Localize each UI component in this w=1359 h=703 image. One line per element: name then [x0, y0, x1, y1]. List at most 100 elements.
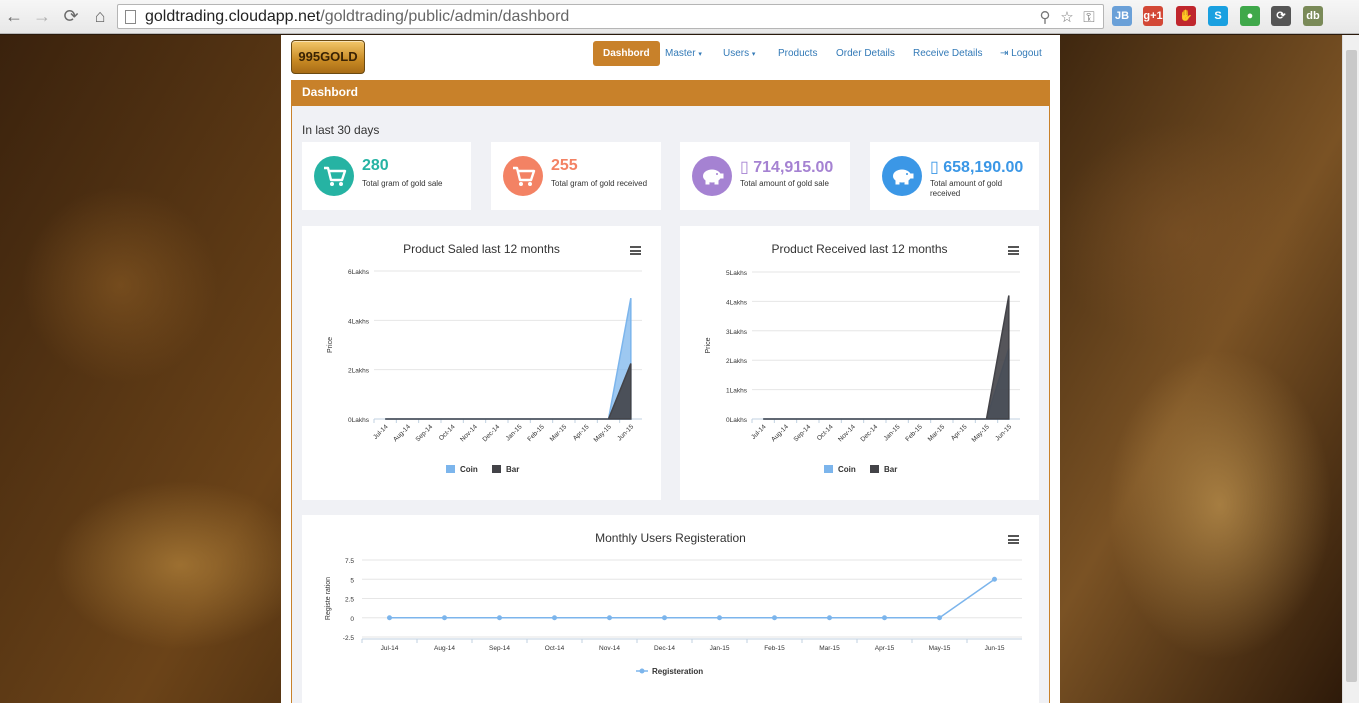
stat-value-text: 255: [551, 157, 578, 174]
data-point: [442, 615, 447, 621]
y-tick-label: 0Lakhs: [348, 417, 370, 424]
legend-swatch: [492, 465, 501, 473]
x-tick-label: Oct-14: [438, 423, 457, 442]
cart-icon: [324, 166, 347, 186]
x-tick-label: Oct-14: [816, 423, 835, 442]
y-tick-label: 3Lakhs: [726, 329, 748, 336]
chart-card-sales: Product Saled last 12 months 0Lakhs 2Lakh…: [302, 226, 661, 500]
stat-value: ▯ 714,915.00: [740, 157, 833, 177]
currency-glyph-icon: ▯: [740, 159, 754, 176]
period-label: In last 30 days: [302, 123, 380, 137]
series-area-bar: [385, 363, 632, 420]
brand-logo[interactable]: 995GOLD: [291, 40, 365, 74]
stat-value-text: 658,190.00: [943, 159, 1024, 176]
legend-swatch: [446, 465, 455, 473]
x-tick-label: Apr-15: [875, 645, 895, 652]
stat-card: 255 Total gram of gold received: [491, 142, 661, 210]
legend-label: Bar: [884, 465, 897, 474]
y-tick-label: 4Lakhs: [348, 318, 370, 325]
x-tick-label: Nov-14: [599, 645, 620, 652]
x-tick-label: Jan-15: [710, 645, 730, 652]
x-tick-label: Feb-15: [904, 423, 924, 443]
stat-value-text: 714,915.00: [753, 159, 834, 176]
nav-dashboard[interactable]: Dashbord: [593, 41, 660, 66]
chart-card-registration: Monthly Users Registeration -2.5 0 2.5 5 7.5…: [302, 515, 1039, 703]
data-point: [772, 615, 777, 621]
x-tick-label: Jan-15: [505, 423, 524, 442]
key-icon[interactable]: ⚿: [1080, 9, 1098, 27]
caret-down-icon: ▾: [751, 51, 756, 58]
nav-logout-label: Logout: [1011, 48, 1042, 59]
url-text[interactable]: goldtrading.cloudapp.net/goldtrading/pub…: [145, 8, 569, 26]
scrollbar-thumb[interactable]: [1346, 50, 1357, 682]
back-arrow-icon[interactable]: ←: [3, 5, 25, 27]
x-tick-label: Dec-14: [859, 423, 879, 443]
address-bar[interactable]: goldtrading.cloudapp.net/goldtrading/pub…: [117, 4, 1104, 29]
skype-extension-icon[interactable]: S: [1208, 6, 1228, 26]
legend-marker: [639, 668, 645, 674]
legend-label: Bar: [506, 465, 519, 474]
nav-receive-details[interactable]: Receive Details: [913, 41, 982, 66]
registration-chart: -2.5 0 2.5 5 7.5 Jul-14 Aug-14 Sep-14 Oct-14 Nov-…: [325, 558, 1022, 676]
forward-arrow-icon[interactable]: →: [31, 5, 53, 27]
gplus-extension-icon[interactable]: g+1: [1143, 6, 1163, 26]
page-icon: [125, 10, 136, 24]
x-tick-label: Jun-15: [985, 645, 1005, 652]
stat-icon-circle: [692, 156, 732, 196]
x-tick-label: Sep-14: [792, 423, 812, 443]
stat-label: Total amount of gold received: [930, 179, 1003, 198]
legend-label: Registeration: [652, 667, 703, 676]
x-tick-label: May-15: [593, 423, 614, 444]
nav-order-details[interactable]: Order Details: [836, 41, 895, 66]
x-tick-label: Oct-14: [545, 645, 565, 652]
sync-extension-icon[interactable]: ⟳: [1271, 6, 1291, 26]
y-tick-label: 6Lakhs: [348, 269, 370, 276]
x-tick-label: Jun-15: [994, 423, 1013, 442]
home-icon[interactable]: ⌂: [89, 5, 111, 27]
x-tick-label: Dec-14: [654, 645, 675, 652]
y-tick-label: 1Lakhs: [726, 388, 748, 395]
stat-label: Total gram of gold sale: [362, 179, 443, 188]
nav-users[interactable]: Users ▾: [723, 41, 755, 66]
stat-label: Total gram of gold received: [551, 179, 648, 188]
series-area-bar: [763, 295, 1010, 420]
legend-swatch: [824, 465, 833, 473]
page-scrollbar[interactable]: [1342, 35, 1359, 703]
x-tick-label: Apr-15: [950, 423, 969, 442]
data-point: [662, 615, 667, 621]
stat-icon-circle: [503, 156, 543, 196]
browser-toolbar: ← → ⟳ ⌂ goldtrading.cloudapp.net/goldtra…: [0, 0, 1359, 34]
db-extension-icon[interactable]: db: [1303, 6, 1323, 26]
x-tick-label: Apr-15: [572, 423, 591, 442]
stat-label: Total amount of gold sale: [740, 179, 829, 188]
y-tick-label: 2Lakhs: [726, 358, 748, 365]
y-axis-label: Price: [705, 337, 712, 353]
data-point: [992, 576, 997, 582]
y-tick-label: 5: [350, 577, 354, 584]
bookmark-star-icon[interactable]: ☆: [1058, 9, 1076, 27]
stat-value: ▯ 658,190.00: [930, 157, 1023, 177]
legend-label: Coin: [838, 465, 856, 474]
y-tick-label: 0Lakhs: [726, 417, 748, 424]
x-tick-label: Mar-15: [927, 423, 947, 443]
nav-master[interactable]: Master ▾: [665, 41, 702, 66]
nav-products[interactable]: Products: [778, 41, 817, 66]
stat-card: 280 Total gram of gold sale: [302, 142, 471, 210]
data-point: [552, 615, 557, 621]
x-tick-label: Nov-14: [459, 423, 479, 443]
y-tick-label: 5Lakhs: [726, 270, 748, 277]
logout-icon: ⇥: [1000, 48, 1009, 59]
chart-card-received: Product Received last 12 months 0Lakhs 1L…: [680, 226, 1039, 500]
x-tick-label: Sep-14: [489, 645, 510, 652]
data-point: [937, 615, 942, 621]
legend-label: Coin: [460, 465, 478, 474]
adblock-extension-icon[interactable]: ✋: [1176, 6, 1196, 26]
reload-icon[interactable]: ⟳: [60, 5, 82, 27]
zoom-icon[interactable]: ⚲: [1036, 9, 1054, 27]
currency-glyph-icon: ▯: [930, 159, 944, 176]
nav-logout[interactable]: ⇥ Logout: [1000, 41, 1042, 66]
x-tick-label: Feb-15: [526, 423, 546, 443]
leaf-extension-icon[interactable]: ●: [1240, 6, 1260, 26]
nav-users-label: Users: [723, 48, 750, 59]
jb-extension-icon[interactable]: JB: [1112, 6, 1132, 26]
